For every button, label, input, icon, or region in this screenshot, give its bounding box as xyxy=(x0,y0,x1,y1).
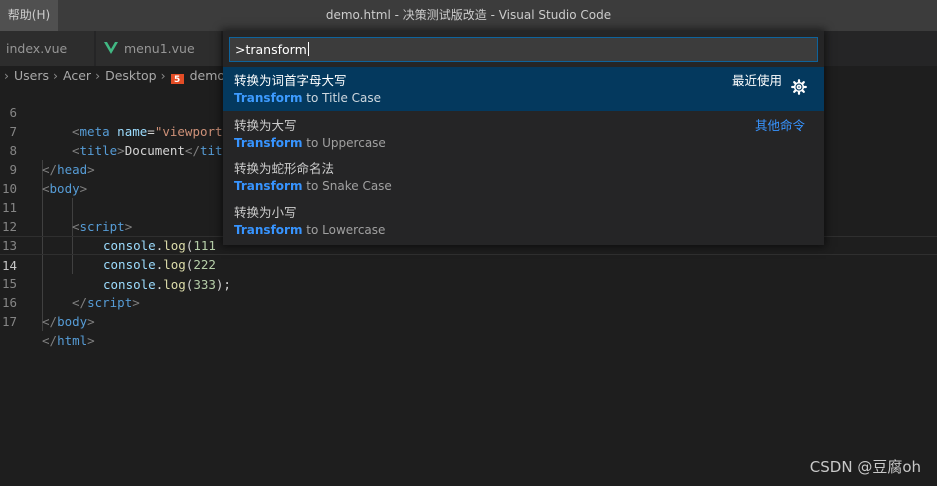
gear-icon[interactable] xyxy=(791,79,807,95)
title-bar: 帮助(H) demo.html - 决策测试版改造 - Visual Studi… xyxy=(0,0,937,31)
breadcrumb-item[interactable]: Desktop xyxy=(105,68,157,83)
chevron-right-icon: › xyxy=(95,68,101,83)
command-item-lowercase[interactable]: 转换为小写 Transform to Lowercase xyxy=(223,199,824,243)
menu-help[interactable]: 帮助(H) xyxy=(0,0,58,31)
command-item-snake-case[interactable]: 转换为蛇形命名法 Transform to Snake Case xyxy=(223,155,824,199)
command-palette: >transform 转换为词首字母大写 Transform to Title … xyxy=(223,31,824,245)
command-query: >transform xyxy=(235,42,307,57)
command-title: 转换为蛇形命名法 xyxy=(234,161,335,176)
code-line: 17 </html> xyxy=(1,314,95,348)
command-subtitle: Transform to Title Case xyxy=(234,91,382,105)
breadcrumb-item[interactable]: demo xyxy=(190,68,225,83)
command-title: 转换为小写 xyxy=(234,205,297,220)
command-title: 转换为大写 xyxy=(234,118,297,133)
command-subtitle: Transform to Uppercase xyxy=(234,136,386,150)
tab-label: menu1.vue xyxy=(124,41,195,56)
command-subtitle: Transform to Lowercase xyxy=(234,223,386,237)
chevron-right-icon: › xyxy=(4,68,9,83)
tab-index-vue[interactable]: index.vue xyxy=(0,31,95,66)
group-label-recent: 最近使用 xyxy=(731,73,782,88)
code-line: 16 </body> xyxy=(1,295,95,329)
command-subtitle: Transform to Snake Case xyxy=(234,179,392,193)
tab-menu1-vue[interactable]: menu1.vue xyxy=(96,31,222,66)
breadcrumb-item[interactable]: Acer xyxy=(63,68,91,83)
command-palette-input[interactable]: >transform xyxy=(229,37,818,62)
command-item-uppercase[interactable]: 转换为大写 Transform to Uppercase 其他命令 xyxy=(223,112,824,156)
text-cursor xyxy=(307,42,309,56)
chevron-right-icon: › xyxy=(53,68,59,83)
group-label-other: 其他命令 xyxy=(754,118,805,133)
command-title: 转换为词首字母大写 xyxy=(234,73,347,88)
chevron-right-icon: › xyxy=(160,68,166,83)
tab-label: index.vue xyxy=(6,41,68,56)
code-line: 15 </script> xyxy=(1,276,140,310)
breadcrumb-item[interactable]: Users xyxy=(14,68,49,83)
line-number: 17 xyxy=(1,314,17,329)
command-item-title-case[interactable]: 转换为词首字母大写 Transform to Title Case 最近使用 xyxy=(223,67,824,111)
watermark: CSDN @豆腐oh xyxy=(809,458,921,476)
vue-icon xyxy=(104,42,118,54)
window-title: demo.html - 决策测试版改造 - Visual Studio Code xyxy=(325,8,612,22)
